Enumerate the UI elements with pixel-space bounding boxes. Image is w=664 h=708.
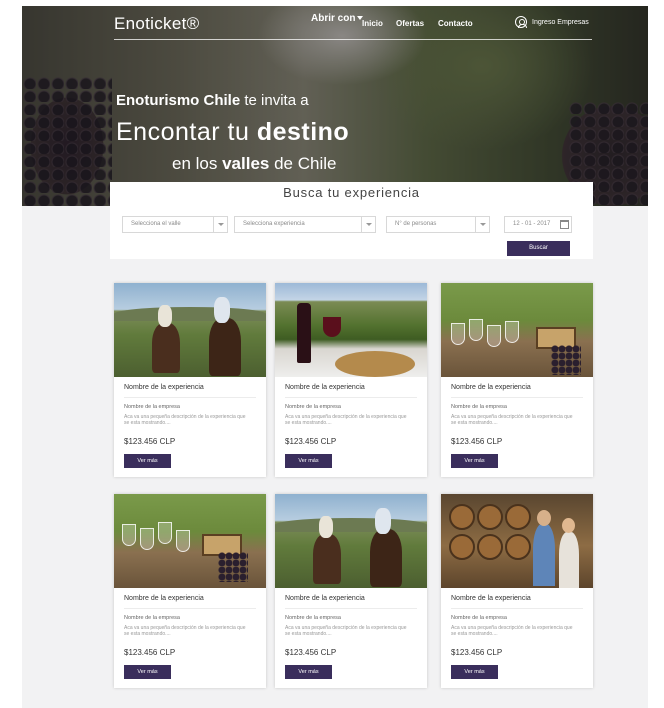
card-image-wine-cellar[interactable] xyxy=(441,494,593,588)
card-image-wine-glasses[interactable] xyxy=(441,283,593,377)
calendar-icon[interactable] xyxy=(560,220,569,229)
card-description: Aca va una pequeña descripción de la exp… xyxy=(124,414,246,426)
user-icon[interactable] xyxy=(515,16,527,28)
hero-line-1: Enoturismo Chile te invita a xyxy=(116,92,309,109)
ver-mas-button[interactable]: Ver más xyxy=(124,454,171,468)
experience-card[interactable]: Nombre de la experiencia Nombre de la em… xyxy=(114,283,266,477)
nav-ofertas[interactable]: Ofertas xyxy=(396,19,424,28)
card-divider xyxy=(285,397,417,398)
experience-card[interactable]: Nombre de la experiencia Nombre de la em… xyxy=(275,283,427,477)
ver-mas-button[interactable]: Ver más xyxy=(451,454,498,468)
ver-mas-button[interactable]: Ver más xyxy=(451,665,498,679)
card-title: Nombre de la experiencia xyxy=(124,384,204,391)
filter-dropdown[interactable]: Abrir con xyxy=(311,13,364,24)
card-title: Nombre de la experiencia xyxy=(451,595,531,602)
ver-mas-button[interactable]: Ver más xyxy=(285,665,332,679)
card-price: $123.456 CLP xyxy=(124,648,176,657)
card-title: Nombre de la experiencia xyxy=(451,384,531,391)
experience-card[interactable]: Nombre de la experiencia Nombre de la em… xyxy=(275,494,427,688)
experience-card[interactable]: Nombre de la experiencia Nombre de la em… xyxy=(441,283,593,477)
card-company: Nombre de la empresa xyxy=(451,404,507,410)
card-description: Aca va una pequeña descripción de la exp… xyxy=(285,414,407,426)
chevron-down-icon xyxy=(475,217,489,232)
card-image-horses[interactable] xyxy=(114,283,266,377)
hero-brand: Enoturismo Chile xyxy=(116,92,241,109)
chevron-down-icon xyxy=(213,217,227,232)
experience-card[interactable]: Nombre de la experiencia Nombre de la em… xyxy=(441,494,593,688)
personas-select[interactable]: N° de personas xyxy=(386,216,490,233)
ver-mas-button[interactable]: Ver más xyxy=(124,665,171,679)
buscar-button[interactable]: Buscar xyxy=(507,241,570,256)
hero-line-2-pre: Encontar tu xyxy=(116,118,257,146)
personas-select-placeholder: N° de personas xyxy=(395,221,437,227)
card-price: $123.456 CLP xyxy=(285,648,337,657)
date-field-value: 12 - 01 - 2017 xyxy=(513,221,551,227)
search-title: Busca tu experiencia xyxy=(283,185,420,200)
card-image-wine-glasses[interactable] xyxy=(114,494,266,588)
valle-select-placeholder: Selecciona el valle xyxy=(131,221,181,227)
card-title: Nombre de la experiencia xyxy=(285,384,365,391)
card-image-horses[interactable] xyxy=(275,494,427,588)
nav-contacto[interactable]: Contacto xyxy=(438,19,473,28)
hero-line-2-bold: destino xyxy=(256,118,350,146)
card-divider xyxy=(285,608,417,609)
card-price: $123.456 CLP xyxy=(124,437,176,446)
chevron-down-icon xyxy=(361,217,375,232)
card-price: $123.456 CLP xyxy=(451,437,503,446)
hero-banner: Enoticket® Abrir con Inicio Ofertas Cont… xyxy=(22,6,648,206)
experiencia-select-placeholder: Selecciona experiencia xyxy=(243,221,305,227)
nav-divider xyxy=(114,39,592,40)
login-link[interactable]: Ingreso Empresas xyxy=(532,19,589,26)
hero-line-1-rest: te invita a xyxy=(240,92,309,109)
valle-select[interactable]: Selecciona el valle xyxy=(122,216,228,233)
card-company: Nombre de la empresa xyxy=(124,404,180,410)
logo[interactable]: Enoticket® xyxy=(114,14,199,34)
card-price: $123.456 CLP xyxy=(285,437,337,446)
experience-card[interactable]: Nombre de la experiencia Nombre de la em… xyxy=(114,494,266,688)
card-company: Nombre de la empresa xyxy=(451,615,507,621)
hero-line-3-bold: valles xyxy=(222,154,270,173)
card-title: Nombre de la experiencia xyxy=(124,595,204,602)
search-panel: Busca tu experiencia Selecciona el valle… xyxy=(110,182,593,259)
nav-inicio[interactable]: Inicio xyxy=(362,19,383,28)
hero-line-3: en los valles de Chile xyxy=(172,154,336,174)
experiencia-select[interactable]: Selecciona experiencia xyxy=(234,216,376,233)
hero-line-3-post: de Chile xyxy=(269,154,337,173)
card-title: Nombre de la experiencia xyxy=(285,595,365,602)
card-company: Nombre de la empresa xyxy=(285,404,341,410)
filter-dropdown-label: Abrir con xyxy=(311,13,356,24)
card-image-wine-table[interactable] xyxy=(275,283,427,377)
card-company: Nombre de la empresa xyxy=(285,615,341,621)
hero-line-2: Encontar tu destino xyxy=(116,118,349,147)
card-divider xyxy=(451,608,583,609)
card-divider xyxy=(124,397,256,398)
card-description: Aca va una pequeña descripción de la exp… xyxy=(285,625,407,637)
card-description: Aca va una pequeña descripción de la exp… xyxy=(124,625,246,637)
card-description: Aca va una pequeña descripción de la exp… xyxy=(451,625,573,637)
hero-line-3-pre: en los xyxy=(172,154,223,173)
card-description: Aca va una pequeña descripción de la exp… xyxy=(451,414,573,426)
card-divider xyxy=(451,397,583,398)
card-price: $123.456 CLP xyxy=(451,648,503,657)
page: Enoticket® Abrir con Inicio Ofertas Cont… xyxy=(22,6,648,708)
ver-mas-button[interactable]: Ver más xyxy=(285,454,332,468)
card-company: Nombre de la empresa xyxy=(124,615,180,621)
card-divider xyxy=(124,608,256,609)
date-field[interactable]: 12 - 01 - 2017 xyxy=(504,216,572,233)
